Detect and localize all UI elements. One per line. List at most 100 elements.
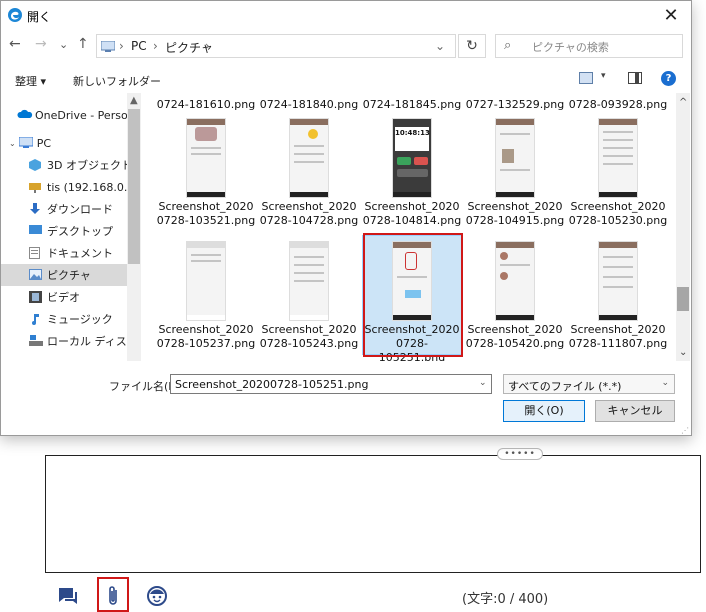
- sidebar-item-network-drive[interactable]: tis (192.168.0.152: [1, 176, 141, 198]
- file-item[interactable]: 0727-132529.png: [465, 96, 565, 112]
- file-item[interactable]: 10:48:13 Screenshot_2020 0728-104814.png: [362, 118, 462, 228]
- attachment-highlight: [97, 577, 129, 612]
- 3d-objects-icon: [29, 159, 43, 171]
- file-name: 0724-181840.png: [259, 98, 359, 111]
- sidebar-item-onedrive[interactable]: OneDrive - Person: [1, 104, 135, 126]
- sidebar-item-music[interactable]: ミュージック: [1, 308, 127, 330]
- pc-icon: [101, 41, 115, 52]
- sidebar-item-label: デスクトップ: [47, 225, 113, 238]
- file-item[interactable]: Screenshot_2020 0728-104728.png: [259, 118, 359, 228]
- address-bar[interactable]: › PC › ピクチャ › ⌄: [96, 34, 456, 58]
- sidebar-item-label: ビデオ: [47, 291, 80, 304]
- search-input[interactable]: ⌕ ピクチャの検索: [495, 34, 683, 58]
- sidebar-item-label: PC: [36, 136, 52, 150]
- filetype-select[interactable]: すべてのファイル (*.*) ⌄: [503, 374, 675, 394]
- network-drive-icon: [29, 181, 43, 193]
- breadcrumb-sep: ›: [205, 39, 210, 53]
- file-item[interactable]: Screenshot_2020 0728-105243.png: [259, 241, 359, 351]
- clock-display: 10:48:13: [395, 127, 430, 151]
- filetype-value: すべてのファイル (*.*): [508, 380, 622, 393]
- edge-icon: [8, 8, 22, 22]
- preview-pane-icon[interactable]: [628, 72, 642, 84]
- scroll-up-icon[interactable]: ▲: [130, 95, 138, 106]
- file-list-scrollbar-thumb[interactable]: [677, 287, 689, 311]
- recent-locations-button[interactable]: ⌄: [59, 38, 68, 51]
- help-icon[interactable]: ?: [661, 71, 676, 86]
- image-thumbnail: [186, 118, 226, 198]
- file-name: Screenshot_2020: [570, 323, 666, 336]
- navigation-pane: OneDrive - Person ⌄ PC 3D オブジェクト tis (19…: [1, 93, 141, 361]
- image-thumbnail: [186, 241, 226, 321]
- resize-grip-icon[interactable]: ⋰: [681, 426, 689, 435]
- sidebar-item-pc[interactable]: ⌄ PC: [1, 132, 127, 154]
- view-options-icon[interactable]: [579, 72, 593, 84]
- scroll-down-icon[interactable]: ⌄: [679, 347, 687, 358]
- sidebar-scrollbar-thumb[interactable]: [128, 109, 140, 264]
- file-list-scrollbar[interactable]: [676, 93, 690, 361]
- desktop-icon: [29, 225, 43, 237]
- image-thumbnail: [598, 241, 638, 321]
- chat-icon[interactable]: [56, 584, 80, 608]
- image-thumbnail: 10:48:13: [392, 118, 432, 198]
- organize-button[interactable]: 整理 ▾: [15, 73, 46, 89]
- file-name: Screenshot_2020: [364, 200, 460, 213]
- sidebar-item-pictures[interactable]: ピクチャ: [1, 264, 127, 286]
- emoji-icon[interactable]: [145, 584, 169, 608]
- open-button[interactable]: 開く(O): [503, 400, 585, 422]
- filename-dropdown-icon[interactable]: ⌄: [479, 378, 487, 388]
- file-name: 0724-181845.png: [362, 98, 462, 111]
- file-name: Screenshot_2020: [261, 200, 357, 213]
- view-options-caret-icon[interactable]: ▾: [601, 71, 606, 81]
- refresh-button[interactable]: ↻: [458, 34, 486, 58]
- new-folder-button[interactable]: 新しいフォルダー: [73, 73, 161, 89]
- file-item[interactable]: Screenshot_2020 0728-105420.png: [465, 241, 565, 351]
- sidebar-item-3d-objects[interactable]: 3D オブジェクト: [1, 154, 132, 176]
- char-count: (文字:0 / 400): [462, 592, 549, 607]
- message-editor[interactable]: [45, 455, 701, 573]
- search-icon: ⌕: [504, 38, 512, 53]
- address-dropdown-icon[interactable]: ⌄: [435, 39, 445, 53]
- chevron-down-icon: ⌄: [661, 378, 669, 388]
- sidebar-item-videos[interactable]: ビデオ: [1, 286, 127, 308]
- scroll-up-icon[interactable]: ^: [679, 97, 687, 108]
- sidebar-item-downloads[interactable]: ダウンロード: [1, 198, 127, 220]
- pictures-icon: [29, 269, 43, 281]
- file-item[interactable]: Screenshot_2020 0728-103521.png: [156, 118, 256, 228]
- cancel-button[interactable]: キャンセル: [595, 400, 675, 422]
- sidebar-item-desktop[interactable]: デスクトップ: [1, 220, 127, 242]
- video-icon: [29, 291, 43, 303]
- sidebar-item-label: ドキュメント: [47, 247, 113, 260]
- music-icon: [29, 313, 43, 325]
- sidebar-item-documents[interactable]: ドキュメント: [1, 242, 127, 264]
- back-button[interactable]: ←: [9, 36, 21, 52]
- document-icon: [29, 247, 43, 259]
- file-item[interactable]: Screenshot_2020 0728-105230.png: [568, 118, 668, 228]
- dialog-title: 開く: [27, 10, 52, 24]
- close-button[interactable]: ✕: [657, 3, 685, 29]
- up-button[interactable]: ↑: [77, 36, 89, 52]
- pc-icon: [18, 136, 34, 149]
- file-item[interactable]: 0724-181610.png: [156, 96, 256, 112]
- file-name: Screenshot_2020: [570, 200, 666, 213]
- file-name: Screenshot_2020: [158, 323, 254, 336]
- forward-button[interactable]: →: [35, 36, 47, 52]
- file-item[interactable]: Screenshot_2020 0728-104915.png: [465, 118, 565, 228]
- breadcrumb-pc[interactable]: PC: [131, 39, 147, 53]
- local-disk-icon: [29, 335, 43, 347]
- file-item[interactable]: 0724-181840.png: [259, 96, 359, 112]
- file-item[interactable]: 0724-181845.png: [362, 96, 462, 112]
- file-name: 0728-104814.png: [362, 214, 462, 227]
- resize-handle[interactable]: •••••: [497, 448, 543, 460]
- file-item[interactable]: Screenshot_2020 0728-111807.png: [568, 241, 668, 351]
- file-name: 0728-103521.png: [156, 214, 256, 227]
- file-item[interactable]: 0728-093928.png: [568, 96, 668, 112]
- download-icon: [29, 203, 43, 215]
- filename-input[interactable]: Screenshot_20200728-105251.png: [170, 374, 492, 394]
- image-thumbnail: [289, 241, 329, 321]
- sidebar-item-local-disk[interactable]: ローカル ディスク (C: [1, 330, 141, 352]
- sidebar-item-label: ピクチャ: [47, 269, 91, 282]
- sidebar-item-label: 3D オブジェクト: [47, 159, 132, 172]
- file-name: 0728-105230.png: [568, 214, 668, 227]
- file-item[interactable]: Screenshot_2020 0728-105237.png: [156, 241, 256, 351]
- expand-chevron-icon[interactable]: ⌄: [9, 139, 16, 148]
